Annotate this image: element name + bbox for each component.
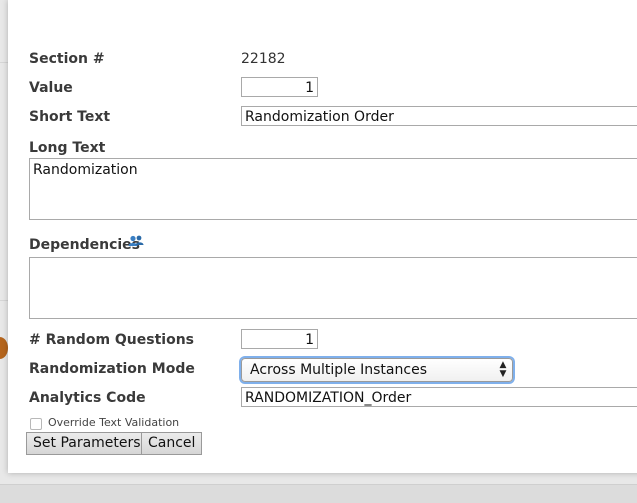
long-text-label: Long Text <box>29 140 106 156</box>
background-footer <box>0 484 637 503</box>
short-text-input[interactable]: Randomization Order <box>241 106 637 126</box>
users-icon[interactable] <box>128 235 144 247</box>
dependencies-label: Dependencies <box>29 237 141 253</box>
override-text-validation-checkbox[interactable] <box>30 418 42 430</box>
set-parameters-button[interactable]: Set Parameters <box>26 432 148 455</box>
random-questions-label: # Random Questions <box>29 332 195 348</box>
edit-section-dialog: Section # 22182 Value 1 Short Text Rando… <box>8 0 637 473</box>
section-label: Section # <box>29 51 105 67</box>
cancel-button[interactable]: Cancel <box>141 432 203 455</box>
updown-arrows-icon: ▲ ▼ <box>499 360 507 379</box>
dependencies-textarea[interactable] <box>29 257 637 319</box>
randomization-mode-label: Randomization Mode <box>29 361 195 377</box>
random-questions-input[interactable]: 1 <box>241 329 318 349</box>
randomization-mode-select[interactable]: Across Multiple Instances ▲ ▼ <box>241 358 513 382</box>
value-input[interactable]: 1 <box>241 77 318 97</box>
override-text-validation-label: Override Text Validation <box>48 416 180 429</box>
analytics-code-input[interactable]: RANDOMIZATION_Order <box>241 387 637 407</box>
analytics-code-label: Analytics Code <box>29 390 146 406</box>
section-value: 22182 <box>241 51 286 67</box>
randomization-mode-value: Across Multiple Instances <box>250 362 427 378</box>
long-text-textarea[interactable]: Randomization <box>29 158 637 220</box>
background-marker <box>0 337 8 359</box>
value-label: Value <box>29 80 73 96</box>
short-text-label: Short Text <box>29 109 111 125</box>
